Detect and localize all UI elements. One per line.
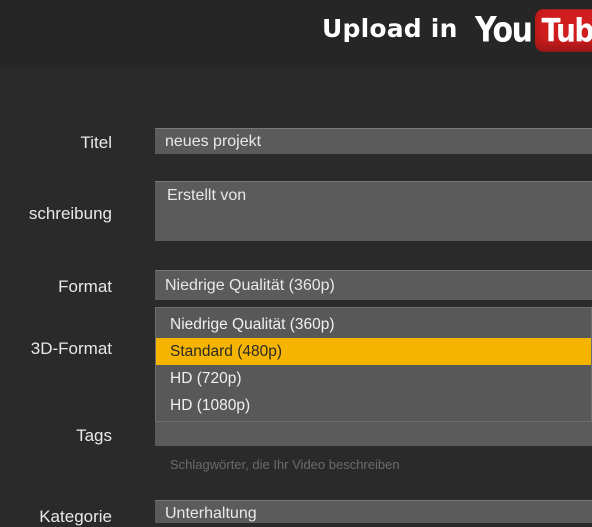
description-field[interactable]: Erstellt von <box>155 181 592 241</box>
title-field[interactable]: neues projekt <box>155 128 592 154</box>
format-option-480p[interactable]: Standard (480p) <box>156 338 591 365</box>
format-select[interactable]: Niedrige Qualität (360p) <box>155 270 592 300</box>
format-dropdown-list[interactable]: Niedrige Qualität (360p) Standard (480p)… <box>155 307 592 422</box>
format-label: Format <box>58 277 112 296</box>
youtube-logo: You Tube <box>475 7 592 53</box>
youtube-logo-you: You <box>475 9 533 51</box>
tags-label: Tags <box>76 426 112 445</box>
title-field-value: neues projekt <box>165 133 262 150</box>
tags-hint: Schlagwörter, die Ihr Video beschreiben <box>170 457 400 472</box>
format3d-label: 3D-Format <box>30 339 112 358</box>
description-label: schreibung <box>28 204 112 223</box>
tags-field[interactable] <box>155 422 592 446</box>
format-option-720p[interactable]: HD (720p) <box>156 365 591 392</box>
upload-title: Upload in <box>322 14 458 43</box>
category-select[interactable]: Unterhaltung <box>155 500 592 523</box>
youtube-logo-tube: Tube <box>535 8 592 52</box>
title-label: Titel <box>80 133 113 152</box>
category-select-value: Unterhaltung <box>165 505 257 522</box>
format-option-360p[interactable]: Niedrige Qualität (360p) <box>156 311 591 338</box>
header: Upload in You Tube <box>0 0 592 68</box>
format-select-value: Niedrige Qualität (360p) <box>165 277 335 294</box>
format-option-1080p[interactable]: HD (1080p) <box>156 392 591 419</box>
description-field-value: Erstellt von <box>167 187 247 204</box>
category-label: Kategorie <box>39 507 112 526</box>
